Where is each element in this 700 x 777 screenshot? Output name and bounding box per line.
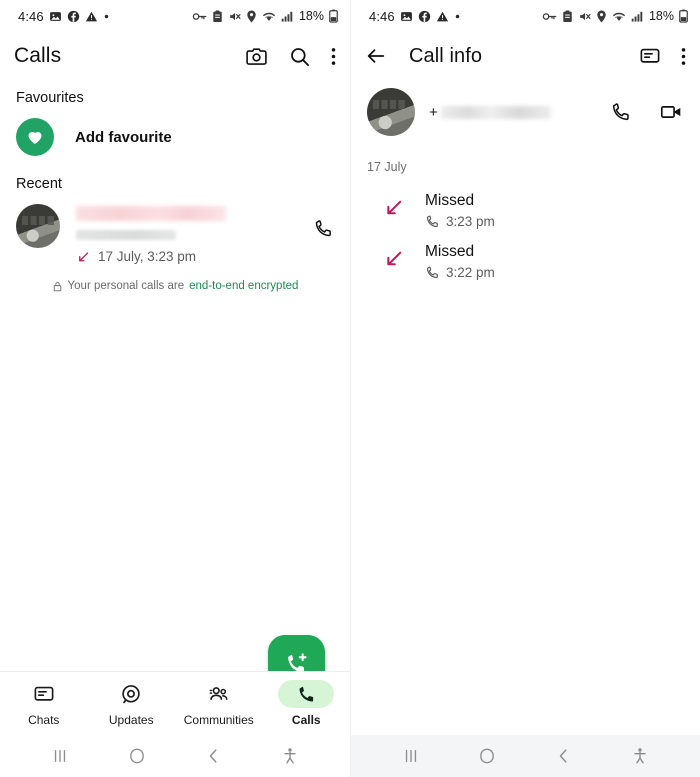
- call-log-entry[interactable]: Missed 3:22 pm: [351, 229, 700, 280]
- encryption-link[interactable]: end-to-end encrypted: [189, 280, 298, 292]
- nav-item-updates[interactable]: Updates: [88, 680, 176, 727]
- voice-call-icon[interactable]: [610, 101, 632, 123]
- photos-icon: [49, 10, 62, 23]
- facebook-icon: [418, 10, 431, 23]
- recent-call-meta: 17 July, 3:23 pm: [98, 249, 197, 264]
- call-time: 3:22 pm: [446, 265, 495, 280]
- phone-number-redacted: [440, 105, 551, 119]
- mute-icon: [578, 10, 591, 23]
- accessibility-icon[interactable]: [618, 747, 662, 765]
- contact-name-redacted: [76, 206, 226, 221]
- photos-icon: [400, 10, 413, 23]
- mute-icon: [228, 10, 241, 23]
- calls-screen: 4:46 18% Calls Favourites Add favourite …: [0, 0, 350, 777]
- location-icon: [246, 10, 257, 23]
- recent-section-label: Recent: [16, 176, 62, 192]
- phone-icon: [425, 265, 440, 280]
- call-status: Missed: [425, 243, 475, 260]
- encryption-notice: Your personal calls are end-to-end encry…: [0, 280, 350, 292]
- signal-icon: [281, 10, 294, 23]
- location-icon: [596, 10, 607, 23]
- favourites-section-label: Favourites: [16, 90, 84, 106]
- contact-subtitle-redacted: [76, 230, 176, 240]
- clipboard-icon: [562, 10, 573, 23]
- dot-icon: [103, 13, 110, 20]
- nav-item-chats[interactable]: Chats: [0, 680, 88, 727]
- vpn-key-icon: [542, 10, 557, 23]
- recents-icon[interactable]: [38, 748, 82, 764]
- nav-label-calls: Calls: [291, 713, 321, 727]
- recents-icon[interactable]: [389, 748, 433, 764]
- add-favourite-label: Add favourite: [75, 128, 172, 146]
- status-bar-left: 4:46 18%: [0, 0, 350, 32]
- call-time: 3:23 pm: [446, 214, 495, 229]
- dot-icon: [454, 13, 461, 20]
- call-info-app-bar: Call info: [351, 32, 700, 80]
- contact-header: +: [351, 80, 700, 148]
- nav-label-updates: Updates: [108, 713, 154, 727]
- video-call-icon[interactable]: [659, 101, 684, 123]
- back-icon[interactable]: [191, 748, 235, 764]
- missed-call-arrow-icon: [76, 249, 91, 264]
- add-favourite-row[interactable]: Add favourite: [0, 112, 350, 166]
- facebook-icon: [67, 10, 80, 23]
- page-title: Calls: [14, 44, 62, 67]
- status-bar-right: 4:46 18%: [351, 0, 700, 32]
- overflow-menu-icon[interactable]: [681, 46, 686, 67]
- warning-icon: [436, 10, 449, 23]
- system-nav-right: [351, 735, 700, 777]
- battery-percent: 18%: [298, 9, 324, 23]
- warning-icon: [85, 10, 98, 23]
- home-icon[interactable]: [115, 747, 159, 765]
- phone-prefix: +: [429, 103, 438, 121]
- vpn-key-icon: [192, 10, 207, 23]
- communities-icon: [191, 680, 247, 708]
- search-icon[interactable]: [288, 45, 311, 68]
- status-time: 4:46: [369, 8, 395, 24]
- page-title: Call info: [409, 44, 483, 67]
- updates-icon: [103, 680, 159, 708]
- call-info-screen: 4:46 18% Call info + 17 July Missed 3:23…: [350, 0, 700, 777]
- lock-icon: [52, 281, 63, 292]
- heart-icon: [16, 118, 54, 156]
- bottom-navigation: Chats Updates Communities Calls: [0, 671, 350, 735]
- call-status: Missed: [425, 192, 475, 209]
- nav-label-communities: Communities: [183, 713, 254, 727]
- missed-call-arrow-icon: [379, 243, 409, 269]
- call-log-entry[interactable]: Missed 3:23 pm: [351, 178, 700, 229]
- battery-icon: [329, 9, 338, 23]
- phone-icon[interactable]: [313, 204, 334, 239]
- calls-app-bar: Calls: [0, 32, 350, 80]
- phone-icon: [425, 214, 440, 229]
- battery-percent: 18%: [648, 9, 674, 23]
- home-icon[interactable]: [465, 747, 509, 765]
- recent-call-item[interactable]: 17 July, 3:23 pm: [0, 198, 350, 264]
- camera-icon[interactable]: [245, 45, 268, 68]
- nav-item-communities[interactable]: Communities: [175, 680, 263, 727]
- calls-icon: [278, 680, 335, 708]
- missed-call-arrow-icon: [379, 192, 409, 218]
- back-arrow-icon[interactable]: [365, 45, 387, 67]
- chats-icon: [16, 680, 72, 708]
- avatar[interactable]: [367, 88, 415, 136]
- encryption-text: Your personal calls are: [67, 280, 185, 292]
- nav-label-chats: Chats: [28, 713, 60, 727]
- battery-icon: [679, 9, 688, 23]
- avatar[interactable]: [16, 204, 60, 248]
- nav-item-calls[interactable]: Calls: [263, 680, 351, 727]
- call-log-date-header: 17 July: [367, 160, 407, 174]
- overflow-menu-icon[interactable]: [331, 46, 336, 67]
- back-icon[interactable]: [542, 748, 586, 764]
- accessibility-icon[interactable]: [268, 747, 312, 765]
- status-time: 4:46: [18, 8, 44, 24]
- system-nav-left: [0, 735, 350, 777]
- dual-screenshot: 4:46 18% Calls Favourites Add favourite …: [0, 0, 700, 777]
- wifi-icon: [262, 10, 276, 23]
- clipboard-icon: [212, 10, 223, 23]
- signal-icon: [631, 10, 644, 23]
- wifi-icon: [612, 10, 626, 23]
- message-icon[interactable]: [639, 45, 661, 67]
